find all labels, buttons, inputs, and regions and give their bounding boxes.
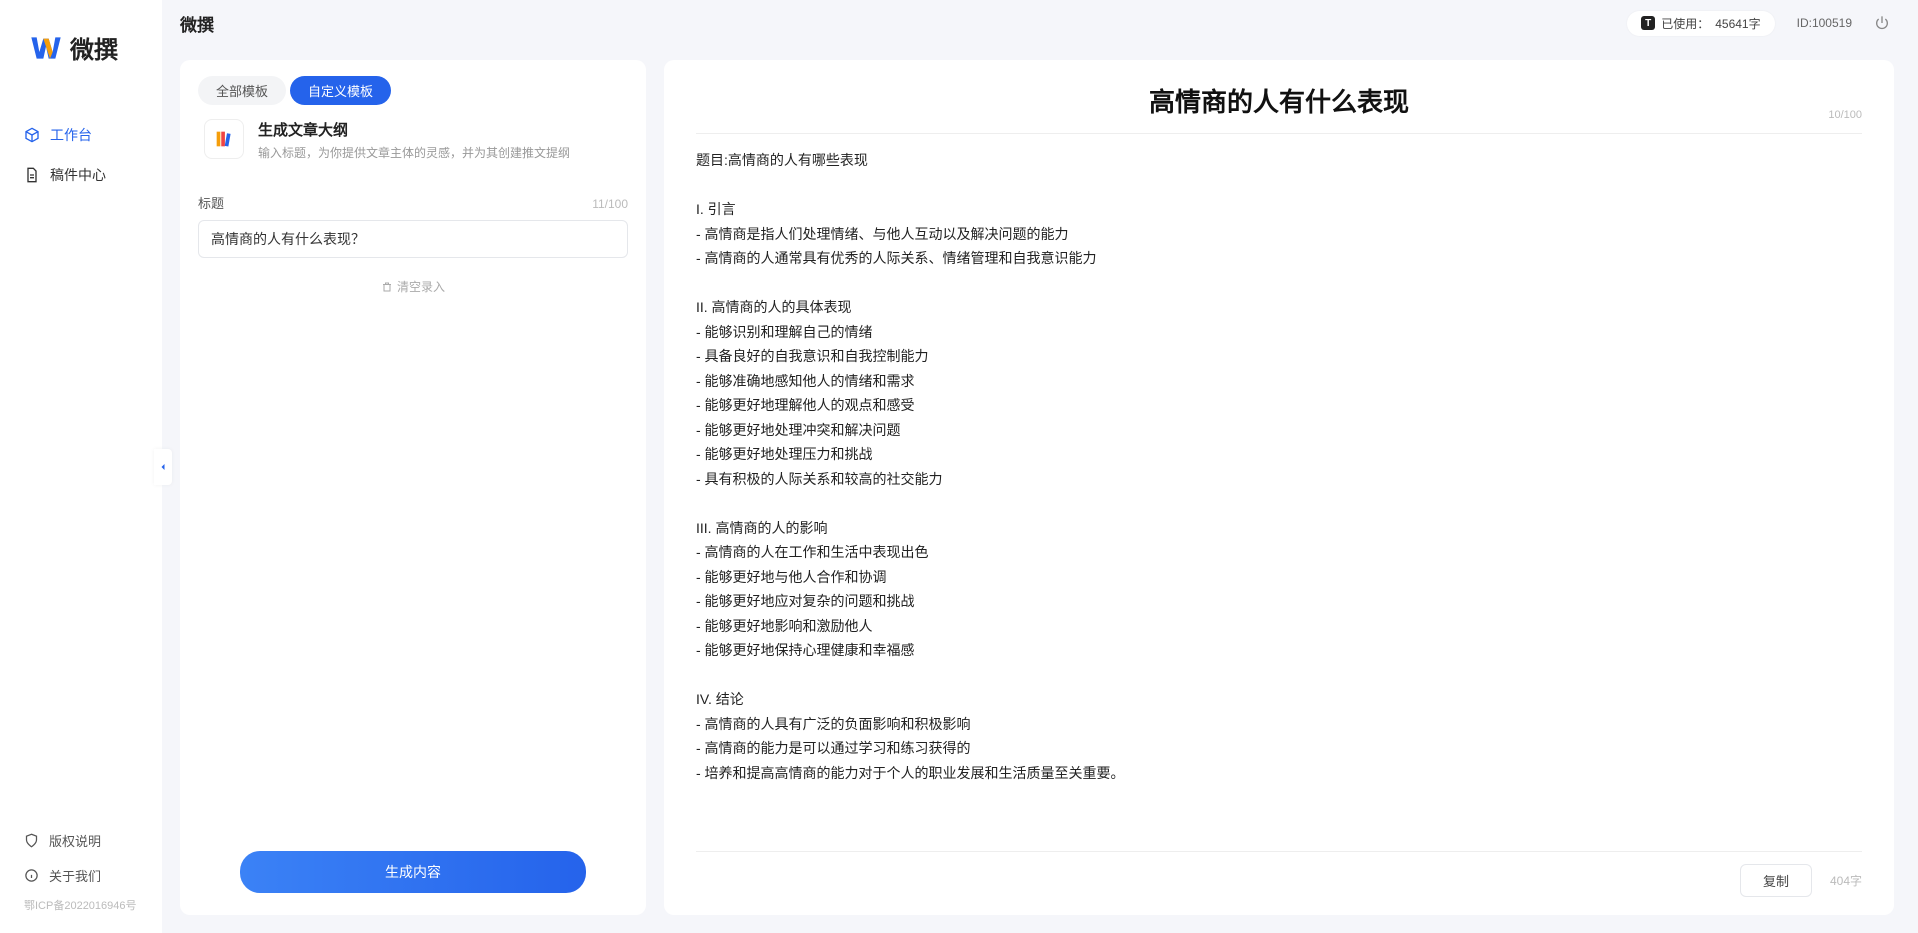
output-title-counter: 10/100 bbox=[1828, 109, 1862, 121]
nav-item-workspace[interactable]: 工作台 bbox=[0, 115, 162, 155]
template-tabs: 全部模板 自定义模板 bbox=[180, 76, 646, 119]
sidebar-bottom: 版权说明 关于我们 鄂ICP备2022016946号 bbox=[0, 823, 162, 933]
trash-icon bbox=[381, 281, 393, 293]
output-title[interactable]: 高情商的人有什么表现 bbox=[696, 82, 1862, 119]
tab-all-templates[interactable]: 全部模板 bbox=[198, 76, 286, 105]
generate-button[interactable]: 生成内容 bbox=[240, 851, 586, 893]
usage-badge[interactable]: T 已使用： 45641字 bbox=[1627, 11, 1774, 36]
nav-item-label: 工作台 bbox=[50, 125, 92, 145]
sidebar-about[interactable]: 关于我们 bbox=[0, 858, 162, 893]
icp-text: 鄂ICP备2022016946号 bbox=[0, 893, 162, 921]
cube-icon bbox=[24, 127, 40, 143]
sidebar-collapse-handle[interactable] bbox=[154, 449, 172, 485]
template-desc: 输入标题，为你提供文章主体的灵感，并为其创建推文提纲 bbox=[258, 144, 570, 161]
title-counter: 11/100 bbox=[592, 197, 628, 211]
tab-custom-templates[interactable]: 自定义模板 bbox=[290, 76, 391, 105]
nav-item-label: 稿件中心 bbox=[50, 165, 106, 185]
main: 微撰 T 已使用： 45641字 ID:100519 全部模板 bbox=[162, 0, 1918, 933]
output-body[interactable]: 题目:高情商的人有哪些表现 I. 引言 - 高情商是指人们处理情绪、与他人互动以… bbox=[696, 148, 1862, 851]
document-icon bbox=[24, 167, 40, 183]
text-icon: T bbox=[1641, 16, 1655, 30]
template-header: 生成文章大纲 输入标题，为你提供文章主体的灵感，并为其创建推文提纲 bbox=[180, 119, 646, 175]
copy-button[interactable]: 复制 bbox=[1740, 864, 1812, 897]
template-title: 生成文章大纲 bbox=[258, 119, 570, 140]
nav-item-drafts[interactable]: 稿件中心 bbox=[0, 155, 162, 195]
title-input[interactable] bbox=[198, 220, 628, 258]
sidebar-copyright[interactable]: 版权说明 bbox=[0, 823, 162, 858]
field-label-title: 标题 bbox=[198, 193, 224, 212]
sidebar-link-label: 关于我们 bbox=[49, 866, 101, 885]
power-icon[interactable] bbox=[1874, 15, 1890, 31]
template-panel: 全部模板 自定义模板 生成文章大纲 输入标题，为你提供文章主体的灵感，并为其创建… bbox=[180, 60, 646, 915]
logo-text: 微撰 bbox=[70, 30, 118, 65]
clear-input-button[interactable]: 清空录入 bbox=[198, 278, 628, 295]
output-word-count: 404字 bbox=[1830, 872, 1862, 889]
topbar: 微撰 T 已使用： 45641字 ID:100519 bbox=[162, 0, 1918, 46]
shield-icon bbox=[24, 833, 39, 848]
logo[interactable]: 微撰 bbox=[0, 0, 162, 105]
nav: 工作台 稿件中心 bbox=[0, 105, 162, 823]
sidebar: 微撰 工作台 稿件中心 版权说明 bbox=[0, 0, 162, 933]
books-icon bbox=[204, 119, 244, 159]
user-id: ID:100519 bbox=[1797, 16, 1852, 30]
info-icon bbox=[24, 868, 39, 883]
page-title: 微撰 bbox=[180, 11, 214, 36]
sidebar-link-label: 版权说明 bbox=[49, 831, 101, 850]
output-panel: 高情商的人有什么表现 10/100 题目:高情商的人有哪些表现 I. 引言 - … bbox=[664, 60, 1894, 915]
logo-icon bbox=[30, 32, 62, 64]
usage-value: 45641字 bbox=[1715, 15, 1760, 32]
usage-label: 已使用： bbox=[1661, 15, 1709, 32]
